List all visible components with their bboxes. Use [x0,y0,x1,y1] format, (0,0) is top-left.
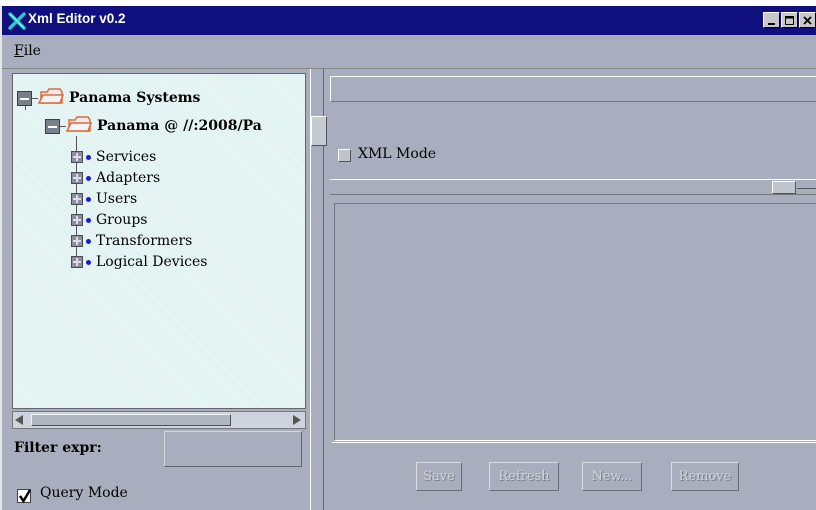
tree-item-label: Groups [96,212,148,228]
expand-icon[interactable] [71,151,83,163]
remove-button[interactable]: Remove [671,462,739,491]
expand-icon[interactable] [71,193,83,205]
scrollbar-thumb[interactable] [772,181,796,194]
menu-file-mnemonic: F [14,43,24,59]
new-button[interactable]: New... [582,462,642,491]
tree-server-label: Panama @ //:2008/Pa [97,118,262,134]
tree-item-label: Services [96,149,157,165]
xml-content-area[interactable] [334,203,816,441]
tree-item-label: Logical Devices [96,254,208,270]
scroll-right-icon[interactable] [293,415,301,425]
tree-item-adapters[interactable]: Adapters [71,168,160,188]
tree-item-label: Transformers [96,233,193,249]
expand-icon[interactable] [71,256,83,268]
scroll-left-icon[interactable] [15,415,23,425]
bullet-icon [86,175,91,181]
refresh-button[interactable]: Refresh [489,462,559,491]
close-button[interactable] [799,12,816,28]
right-header-bar [330,76,816,102]
bullet-icon [86,196,91,202]
collapse-icon[interactable] [17,90,32,106]
maximize-button[interactable] [781,12,798,28]
right-horizontal-scrollbar[interactable] [330,179,816,195]
tree-root-label: Panama Systems [69,90,201,106]
app-x-icon [8,12,26,30]
splitter-handle[interactable] [311,116,327,146]
scrollbar-thumb[interactable] [31,414,231,426]
tree-item-logical-devices[interactable]: Logical Devices [71,252,208,272]
query-mode-checkbox[interactable] [17,489,32,504]
minimize-button[interactable] [763,12,780,28]
tree-panel[interactable]: Panama Systems Panama @ //:2008/Pa Servi… [12,73,306,409]
action-bar [332,442,816,510]
title-bar[interactable]: Xml Editor v0.2 [2,6,816,35]
bullet-icon [86,259,91,265]
tree-item-services[interactable]: Services [71,147,156,167]
xml-mode-checkbox[interactable] [338,149,351,162]
tree-item-groups[interactable]: Groups [71,210,147,230]
xml-mode-label: XML Mode [358,146,437,162]
folder-icon [65,115,93,137]
close-icon [803,15,812,25]
menu-file[interactable]: File [14,43,41,59]
tree-item-users[interactable]: Users [71,189,137,209]
tree-node-root[interactable]: Panama Systems [17,88,200,108]
minimize-icon [768,22,775,25]
tree-item-label: Users [96,191,138,207]
query-mode-label: Query Mode [40,485,128,501]
menu-file-label: ile [23,43,41,59]
checkmark-icon [19,489,32,504]
tree-horizontal-scrollbar[interactable] [12,411,306,429]
save-button[interactable]: Save [416,462,462,491]
maximize-icon [785,15,794,25]
collapse-icon[interactable] [45,118,60,134]
tree-item-label: Adapters [96,170,161,186]
tree-item-transformers[interactable]: Transformers [71,231,192,251]
expand-icon[interactable] [71,172,83,184]
expand-icon[interactable] [71,235,83,247]
scrollbar-track-line [797,188,816,189]
folder-icon [37,87,65,109]
app-window: Xml Editor v0.2 File Panama Systems Pana… [0,6,816,510]
tree-node-server[interactable]: Panama @ //:2008/Pa [45,116,262,136]
window-title: Xml Editor v0.2 [28,11,126,26]
expand-icon[interactable] [71,214,83,226]
bullet-icon [86,238,91,244]
menu-bar: File [2,35,816,69]
filter-input[interactable] [164,431,302,467]
bullet-icon [86,217,91,223]
filter-label: Filter expr: [14,440,102,456]
bullet-icon [86,154,91,160]
